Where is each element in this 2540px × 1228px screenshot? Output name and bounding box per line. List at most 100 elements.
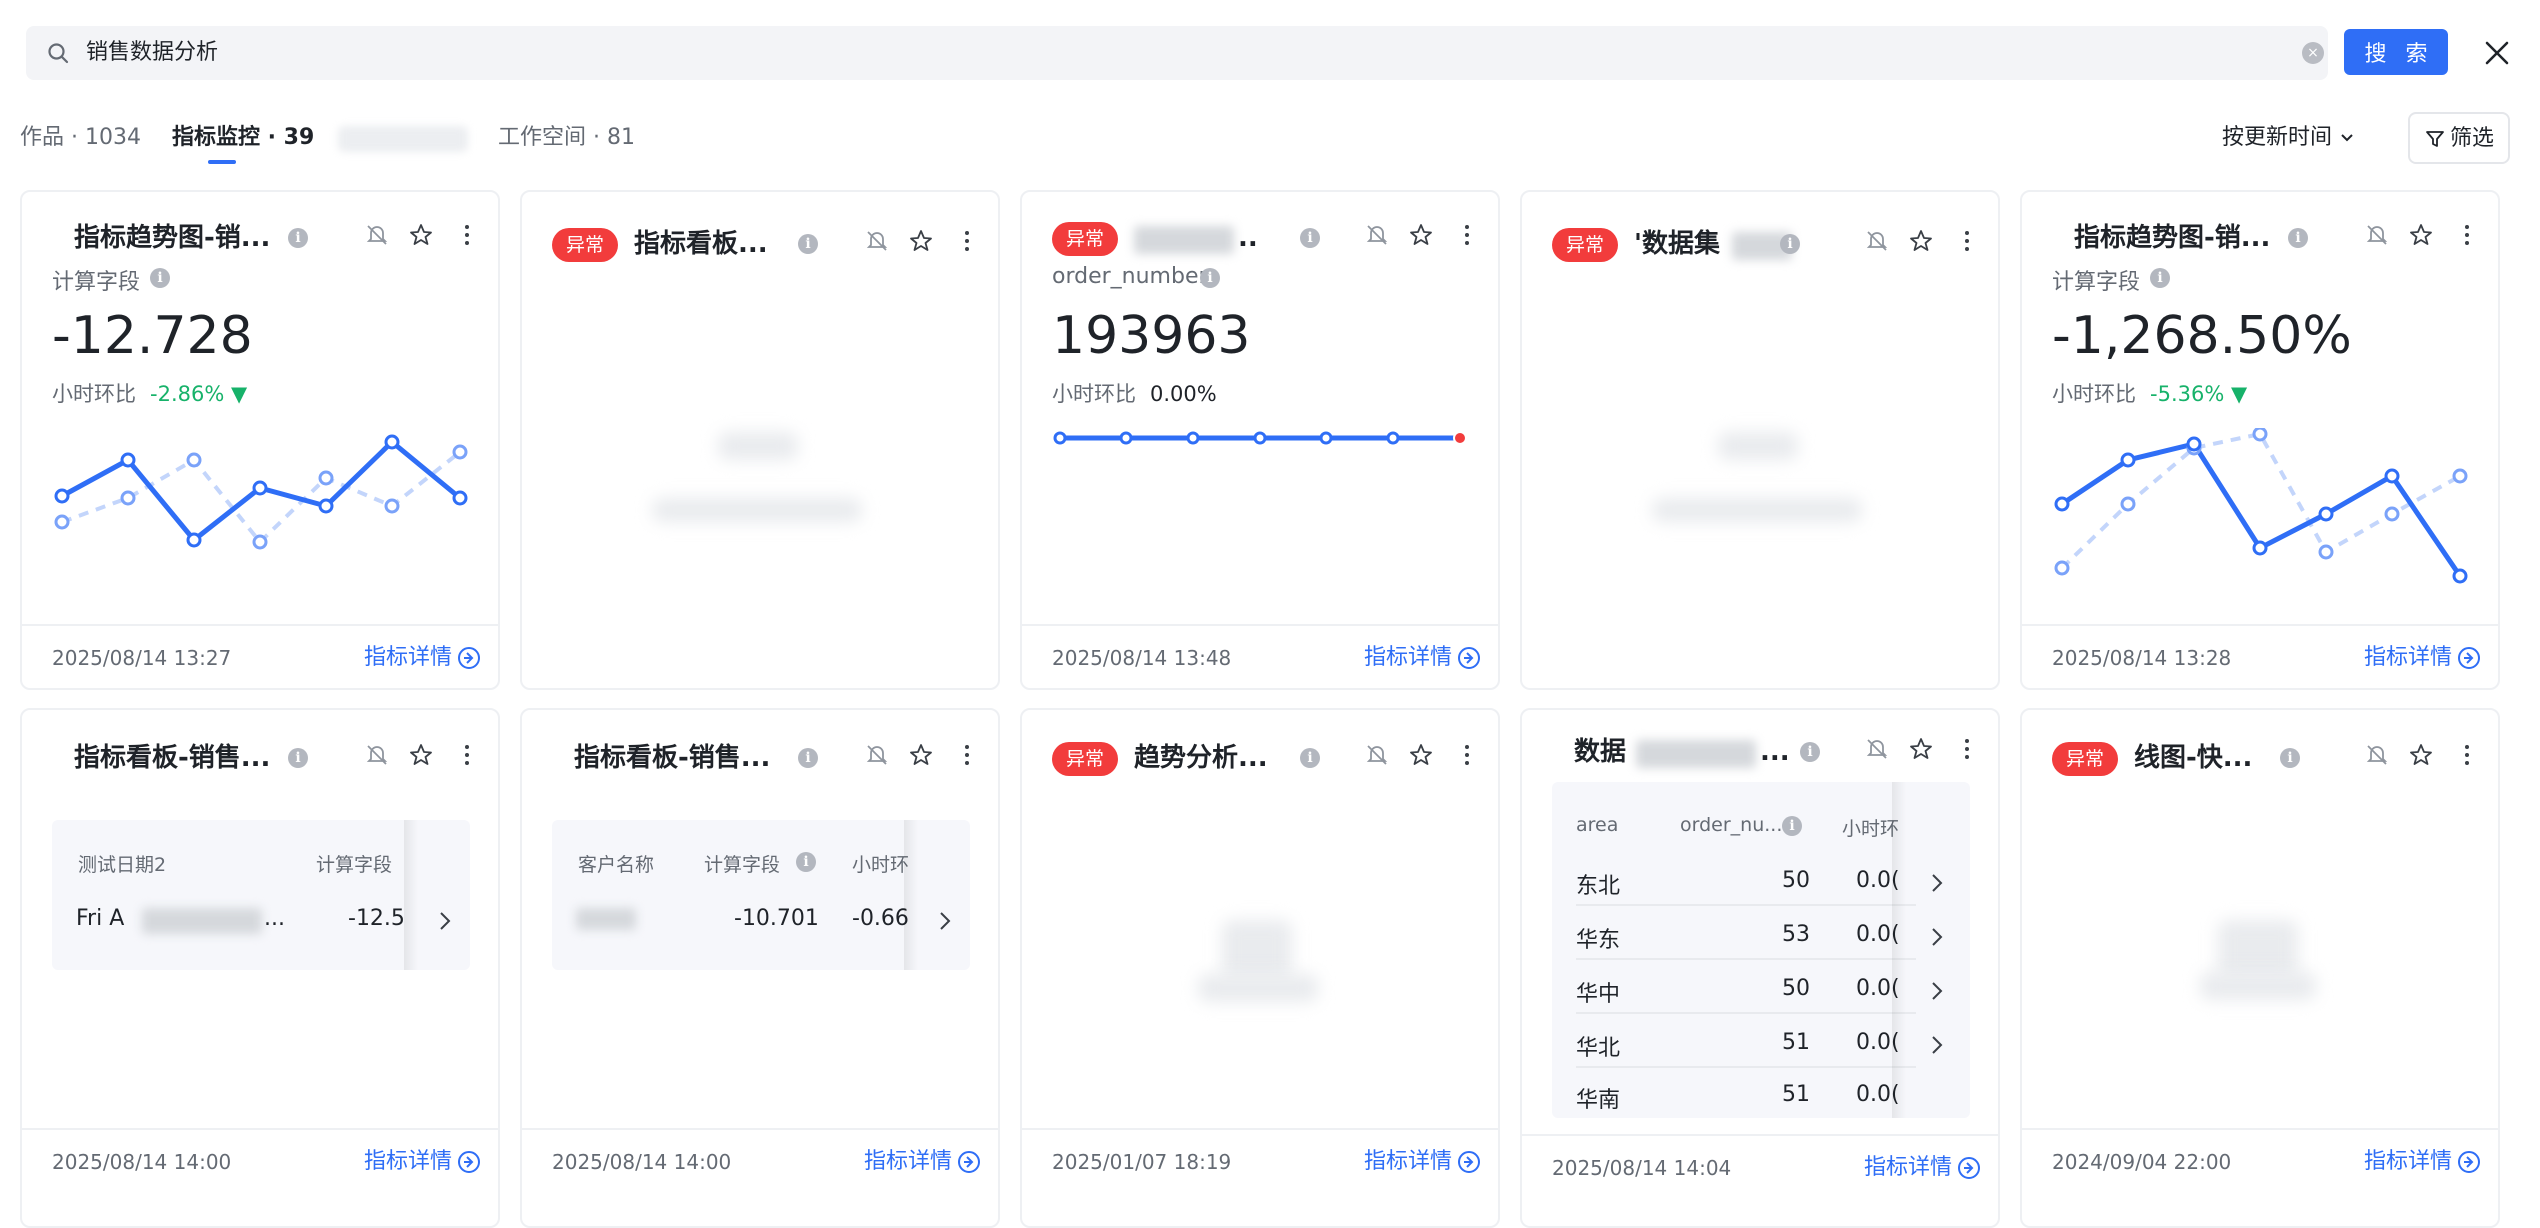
more-vertical-icon[interactable] (454, 742, 480, 768)
metric-card[interactable]: 异常 线图-快... i 2024/09/04 22:00 指标详情 (2020, 708, 2500, 1228)
star-icon[interactable] (408, 222, 434, 248)
mute-bell-icon[interactable] (1364, 222, 1390, 248)
mute-bell-icon[interactable] (2364, 222, 2390, 248)
clear-icon[interactable]: × (2302, 42, 2324, 64)
more-vertical-icon[interactable] (1454, 742, 1480, 768)
table-cell: 华东 (1576, 928, 1621, 953)
more-vertical-icon[interactable] (2454, 222, 2480, 248)
metric-detail-link[interactable]: 指标详情 (2364, 626, 2452, 688)
mute-bell-icon[interactable] (1864, 736, 1890, 762)
info-icon[interactable]: i (2150, 268, 2170, 288)
card-title[interactable]: 趋势分析... (1134, 732, 1268, 784)
more-vertical-icon[interactable] (454, 222, 480, 248)
arrow-circle-right-icon[interactable] (956, 1149, 982, 1175)
metric-detail-link[interactable]: 指标详情 (1364, 1130, 1452, 1194)
chevron-right-icon[interactable] (1926, 926, 1948, 948)
star-icon[interactable] (2408, 742, 2434, 768)
metric-card[interactable]: 数据 ... i area order_nu... i 小时环 东北 50 0.… (1520, 708, 2000, 1228)
more-vertical-icon[interactable] (1954, 736, 1980, 762)
star-icon[interactable] (2408, 222, 2434, 248)
more-vertical-icon[interactable] (2454, 742, 2480, 768)
more-vertical-icon[interactable] (1954, 228, 1980, 254)
star-icon[interactable] (908, 228, 934, 254)
arrow-circle-right-icon[interactable] (1456, 1149, 1482, 1175)
metric-card[interactable]: 异常 '数据集 i (1520, 190, 2000, 690)
info-icon[interactable]: i (2288, 228, 2308, 248)
close-icon[interactable] (2480, 36, 2514, 70)
more-vertical-icon[interactable] (1454, 222, 1480, 248)
mute-bell-icon[interactable] (1864, 228, 1890, 254)
metric-card[interactable]: 异常 指标看板... i (520, 190, 1000, 690)
arrow-circle-right-icon[interactable] (2456, 645, 2482, 671)
star-icon[interactable] (1908, 228, 1934, 254)
card-title[interactable]: 指标趋势图-销... (74, 212, 270, 264)
metric-card[interactable]: 指标看板-销售... i 测试日期2 计算字段 Fri A ... -12.5 … (20, 708, 500, 1228)
arrow-circle-right-icon[interactable] (1956, 1155, 1982, 1181)
sort-select[interactable]: 按更新时间 (2222, 118, 2356, 158)
metric-detail-link[interactable]: 指标详情 (1864, 1136, 1952, 1200)
tab-redacted[interactable] (338, 126, 468, 152)
card-title[interactable]: .. (1238, 212, 1258, 264)
mute-bell-icon[interactable] (1364, 742, 1390, 768)
info-icon[interactable]: i (796, 852, 816, 872)
more-vertical-icon[interactable] (954, 228, 980, 254)
mute-bell-icon[interactable] (2364, 742, 2390, 768)
more-vertical-icon[interactable] (954, 742, 980, 768)
search-button[interactable]: 搜 索 (2344, 29, 2448, 75)
chevron-right-icon[interactable] (434, 910, 456, 932)
info-icon[interactable]: i (288, 748, 308, 768)
arrow-circle-right-icon[interactable] (1456, 645, 1482, 671)
star-icon[interactable] (1408, 222, 1434, 248)
info-icon[interactable]: i (798, 748, 818, 768)
mute-bell-icon[interactable] (864, 742, 890, 768)
card-title[interactable]: 线图-快... (2134, 732, 2252, 784)
chevron-right-icon[interactable] (1926, 1034, 1948, 1056)
star-icon[interactable] (408, 742, 434, 768)
info-icon[interactable]: i (2280, 748, 2300, 768)
search-box[interactable]: 销售数据分析 × (26, 26, 2328, 80)
card-title[interactable]: 指标趋势图-销... (2074, 212, 2270, 264)
filter-button[interactable]: 筛选 (2408, 112, 2510, 164)
metric-card[interactable]: 指标趋势图-销... i 计算字段 i -12.728 小时环比 -2.86% ▼… (20, 190, 500, 690)
card-title[interactable]: 指标看板... (634, 218, 768, 270)
metric-card[interactable]: 指标趋势图-销... i 计算字段 i -1,268.50% 小时环比 -5.36… (2020, 190, 2500, 690)
compare-label: 小时环比 (52, 382, 136, 406)
metric-detail-link[interactable]: 指标详情 (364, 1130, 452, 1194)
metric-detail-link[interactable]: 指标详情 (364, 626, 452, 688)
card-title[interactable]: '数据集 (1634, 218, 1720, 270)
star-icon[interactable] (1908, 736, 1934, 762)
info-icon[interactable]: i (1780, 234, 1800, 254)
tab-works[interactable]: 作品 · 1034 (20, 118, 141, 158)
arrow-circle-right-icon[interactable] (2456, 1149, 2482, 1175)
metric-card[interactable]: 指标看板-销售... i 客户名称 计算字段 i 小时环 -10.701 -0.… (520, 708, 1000, 1228)
info-icon[interactable]: i (288, 228, 308, 248)
info-icon[interactable]: i (150, 268, 170, 288)
metric-detail-link[interactable]: 指标详情 (2364, 1130, 2452, 1194)
tab-metric-monitor[interactable]: 指标监控 · 39 (172, 118, 314, 158)
arrow-circle-right-icon[interactable] (456, 1149, 482, 1175)
metric-detail-link[interactable]: 指标详情 (864, 1130, 952, 1194)
chevron-right-icon[interactable] (1926, 980, 1948, 1002)
info-icon[interactable]: i (1300, 228, 1320, 248)
card-title[interactable]: 数据 (1574, 726, 1626, 778)
mute-bell-icon[interactable] (364, 742, 390, 768)
tab-workspace[interactable]: 工作空间 · 81 (498, 118, 635, 158)
search-input[interactable]: 销售数据分析 (86, 26, 218, 80)
info-icon[interactable]: i (1300, 748, 1320, 768)
metric-card[interactable]: 异常 趋势分析... i 2025/01/07 18:19 指标详情 (1020, 708, 1500, 1228)
metric-card[interactable]: 异常 .. i order_number i 193963 小时环比 0.00% … (1020, 190, 1500, 690)
star-icon[interactable] (1408, 742, 1434, 768)
metric-detail-link[interactable]: 指标详情 (1364, 626, 1452, 688)
chevron-right-icon[interactable] (1926, 872, 1948, 894)
star-icon[interactable] (908, 742, 934, 768)
card-title[interactable]: 指标看板-销售... (74, 732, 270, 784)
info-icon[interactable]: i (798, 234, 818, 254)
info-icon[interactable]: i (1200, 268, 1220, 288)
arrow-circle-right-icon[interactable] (456, 645, 482, 671)
mute-bell-icon[interactable] (364, 222, 390, 248)
card-title[interactable]: 指标看板-销售... (574, 732, 770, 784)
chevron-right-icon[interactable] (934, 910, 956, 932)
mute-bell-icon[interactable] (864, 228, 890, 254)
info-icon[interactable]: i (1800, 742, 1820, 762)
info-icon[interactable]: i (1782, 816, 1802, 836)
